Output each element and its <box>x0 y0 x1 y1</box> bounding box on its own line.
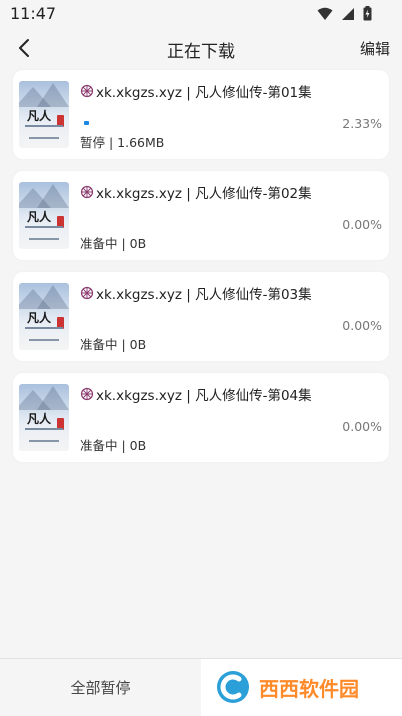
item-status: 准备中 | 0B <box>80 236 147 251</box>
download-item[interactable]: 凡人 xk.xkgzs.xyz | 凡人修仙传-第02集 准备中 | 0B 0.… <box>13 171 389 260</box>
watermark-text: 西西软件园 <box>259 677 359 701</box>
watermark-area: 西西软件园 <box>201 659 402 716</box>
item-status: 准备中 | 0B <box>80 337 147 352</box>
site-favicon-icon <box>80 286 94 300</box>
progress-bar <box>84 121 89 125</box>
item-percent: 0.00% <box>342 419 382 434</box>
wifi-icon <box>317 7 333 20</box>
item-title: xk.xkgzs.xyz | 凡人修仙传-第04集 <box>80 384 312 404</box>
video-thumbnail: 凡人 <box>19 283 69 350</box>
download-item[interactable]: 凡人 xk.xkgzs.xyz | 凡人修仙传-第04集 准备中 | 0B 0.… <box>13 373 389 462</box>
status-icons <box>317 6 372 21</box>
item-status: 准备中 | 0B <box>80 438 147 453</box>
edit-button[interactable]: 编辑 <box>360 38 390 59</box>
item-title-text: xk.xkgzs.xyz | 凡人修仙传-第03集 <box>96 287 312 303</box>
thumbnail-title: 凡人 <box>27 109 52 123</box>
item-title: xk.xkgzs.xyz | 凡人修仙传-第03集 <box>80 283 312 303</box>
top-app-bar: 正在下载 编辑 <box>0 28 402 68</box>
battery-icon <box>363 6 372 21</box>
item-title-text: xk.xkgzs.xyz | 凡人修仙传-第04集 <box>96 388 312 404</box>
download-item[interactable]: 凡人 xk.xkgzs.xyz | 凡人修仙传-第01集 暂停 | 1.66MB… <box>13 70 389 159</box>
item-title-text: xk.xkgzs.xyz | 凡人修仙传-第02集 <box>96 186 312 202</box>
item-percent: 2.33% <box>342 116 382 131</box>
status-time: 11:47 <box>10 4 57 23</box>
item-percent: 0.00% <box>342 217 382 232</box>
pause-all-button[interactable]: 全部暂停 <box>0 659 201 716</box>
video-thumbnail: 凡人 <box>19 182 69 249</box>
item-percent: 0.00% <box>342 318 382 333</box>
signal-icon <box>342 7 354 20</box>
thumbnail-title: 凡人 <box>27 210 52 224</box>
thumbnail-title: 凡人 <box>27 412 52 426</box>
site-favicon-icon <box>80 84 94 98</box>
bottom-action-bar: 全部暂停 西西软件园 <box>0 658 402 716</box>
site-favicon-icon <box>80 185 94 199</box>
item-title: xk.xkgzs.xyz | 凡人修仙传-第01集 <box>80 81 312 101</box>
status-bar: 11:47 <box>0 0 402 28</box>
video-thumbnail: 凡人 <box>19 81 69 148</box>
item-status: 暂停 | 1.66MB <box>80 135 165 150</box>
download-list: 凡人 xk.xkgzs.xyz | 凡人修仙传-第01集 暂停 | 1.66MB… <box>13 70 389 474</box>
video-thumbnail: 凡人 <box>19 384 69 451</box>
watermark-logo-icon <box>217 671 249 703</box>
site-favicon-icon <box>80 387 94 401</box>
thumbnail-title: 凡人 <box>27 311 52 325</box>
download-item[interactable]: 凡人 xk.xkgzs.xyz | 凡人修仙传-第03集 准备中 | 0B 0.… <box>13 272 389 361</box>
page-title: 正在下载 <box>167 42 235 62</box>
item-title: xk.xkgzs.xyz | 凡人修仙传-第02集 <box>80 182 312 202</box>
item-title-text: xk.xkgzs.xyz | 凡人修仙传-第01集 <box>96 85 312 101</box>
